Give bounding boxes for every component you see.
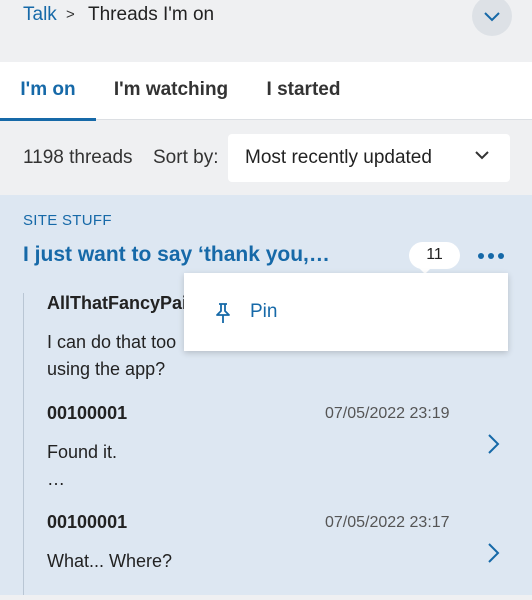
reply-time: 07/05/2022 23:17 [325, 514, 450, 531]
more-dots-icon [478, 253, 504, 259]
reply-body: What... Where? [47, 551, 173, 571]
sort-label: Sort by: [153, 147, 219, 168]
collapse-button[interactable] [472, 0, 512, 36]
tab-i-started[interactable]: I started [246, 62, 361, 120]
pin-icon [216, 303, 230, 323]
filter-bar: 1198 threads Sort by: Most recently upda… [0, 121, 532, 194]
more-options-button[interactable] [474, 243, 508, 269]
reply-author: 00100001 [47, 403, 128, 423]
thread-card: SITE STUFF I just want to say ‘thank you… [0, 195, 532, 595]
chevron-right-icon[interactable] [486, 433, 500, 455]
sort-select[interactable]: Most recently updated [228, 134, 510, 182]
reply-author: 00100001 [47, 512, 128, 532]
chevron-down-icon [484, 12, 500, 22]
thread-tabs: I'm on I'm watching I started [0, 62, 532, 121]
reply-count-badge: 11 [409, 242, 460, 274]
thread-title[interactable]: I just want to say ‘thank you,… [23, 243, 330, 267]
breadcrumb-talk-link[interactable]: Talk [23, 4, 57, 26]
pin-menu-item[interactable]: Pin [184, 273, 508, 351]
tab-im-on[interactable]: I'm on [0, 62, 96, 121]
chevron-right-icon[interactable] [486, 542, 500, 564]
chevron-down-icon [475, 151, 489, 160]
thread-category[interactable]: SITE STUFF [23, 212, 112, 229]
breadcrumb-separator: > [66, 6, 75, 23]
reply-author: AllThatFancyPai [47, 293, 188, 313]
tab-im-watching[interactable]: I'm watching [96, 62, 246, 120]
sort-select-value: Most recently updated [245, 147, 432, 168]
thread-options-menu: Pin [184, 273, 508, 351]
reply-body: Found it. … [47, 442, 118, 489]
thread-count: 1198 threads [23, 147, 133, 168]
top-bar: Talk > Threads I'm on [0, 0, 532, 62]
breadcrumb-current: Threads I'm on [88, 4, 215, 25]
reply-time: 07/05/2022 23:19 [325, 405, 450, 422]
pin-label: Pin [250, 301, 278, 322]
